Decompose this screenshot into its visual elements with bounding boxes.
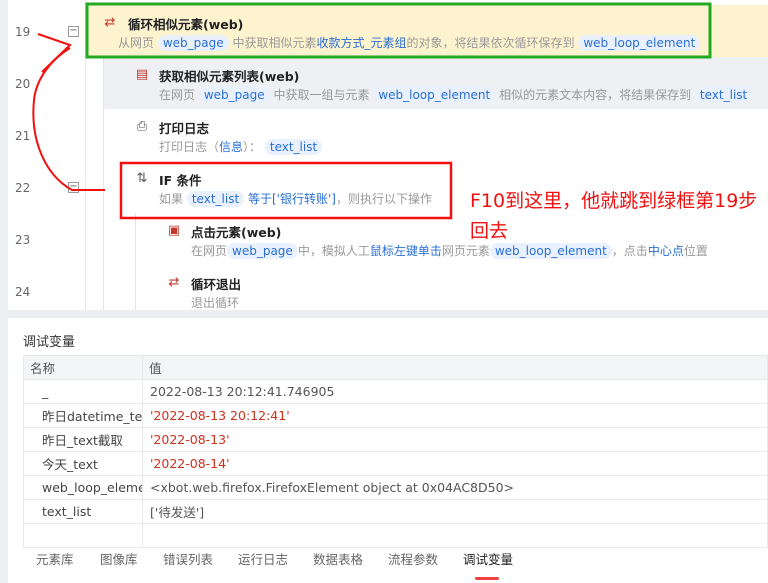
panel-title: 调试变量	[23, 335, 76, 350]
line-gutter: 19 20 21 22 23 24 − −	[8, 0, 86, 310]
step-title: 循环相似元素(web)	[128, 17, 244, 32]
bottom-tabs: 元素库 图像库 错误列表 运行日志 数据表格 流程参数 调试变量	[8, 542, 768, 580]
table-row[interactable]: text_list ['待发送']	[23, 499, 768, 524]
line-number: 22	[15, 181, 31, 195]
element-list-icon: ▤	[135, 67, 149, 82]
table-row[interactable]: 昨日_text截取 '2022-08-13'	[23, 427, 768, 452]
step-description: 从网页 web_page 中获取相似元素收款方式_元素组的对象，将结果依次循环保…	[118, 34, 701, 51]
step-row[interactable]: ⇄ 循环相似元素(web) 从网页 web_page 中获取相似元素收款方式_元…	[86, 5, 768, 57]
tab-data-table[interactable]: 数据表格	[313, 549, 363, 568]
tab-elements[interactable]: 元素库	[36, 549, 74, 568]
collapse-toggle[interactable]: −	[68, 26, 79, 37]
loop-icon: ⇄	[104, 15, 116, 30]
step-title: 循环退出	[191, 277, 242, 292]
click-icon: ▣	[167, 223, 181, 238]
column-header-name[interactable]: 名称	[23, 355, 143, 380]
step-title: 获取相似元素列表(web)	[159, 69, 300, 84]
step-description: 打印日志（信息）： text_list	[159, 138, 323, 155]
loop-exit-icon: ⇄	[168, 275, 180, 290]
line-number: 23	[15, 233, 31, 247]
debug-variables-panel: 调试变量 名称值 _ 2022-08-13 20:12:41.746905 昨日d…	[8, 318, 768, 583]
step-row[interactable]: ⇄ 循环退出 退出循环	[136, 265, 768, 310]
table-row[interactable]: 昨日datetime_text'2022-08-13 20:12:41'	[23, 403, 768, 428]
collapse-toggle[interactable]: −	[68, 182, 79, 193]
step-description: 在网页 web_page 中获取一组与元素 web_loop_element 相…	[159, 86, 753, 103]
tab-errors[interactable]: 错误列表	[163, 549, 213, 568]
line-number: 24	[15, 285, 31, 299]
tab-images[interactable]: 图像库	[100, 549, 138, 568]
tab-run-log[interactable]: 运行日志	[238, 549, 288, 568]
step-title: 点击元素(web)	[191, 225, 282, 240]
step-row[interactable]: ▤ 获取相似元素列表(web) 在网页 web_page 中获取一组与元素 we…	[104, 57, 768, 109]
step-title: IF 条件	[159, 173, 202, 188]
table-row[interactable]: web_loop_element<xbot.web.firefox.Firefo…	[23, 475, 768, 500]
line-number: 21	[15, 129, 31, 143]
variables-table: 名称值 _ 2022-08-13 20:12:41.746905 昨日dateti…	[23, 355, 768, 548]
step-description: 退出循环	[191, 296, 240, 310]
column-header-value[interactable]: 值	[142, 355, 768, 380]
tab-debug-variables[interactable]: 调试变量	[463, 549, 513, 580]
annotation-text: F10到这里，他就跳到绿框第19步回去	[470, 190, 758, 242]
if-icon: ⇅	[136, 171, 148, 186]
step-description: 如果 text_list 等于['银行转账']，则执行以下操作	[159, 191, 432, 207]
table-row[interactable]: _ 2022-08-13 20:12:41.746905	[23, 379, 768, 404]
step-title: 打印日志	[159, 121, 210, 136]
flow-editor: 19 20 21 22 23 24 − − ⇄ 循环相似元素(web) 从网页 …	[8, 0, 768, 310]
line-number: 19	[15, 25, 31, 39]
table-row[interactable]: 今天_text '2022-08-14'	[23, 451, 768, 476]
line-number: 20	[15, 77, 31, 91]
step-row[interactable]: ⎙ 打印日志 打印日志（信息）： text_list	[104, 109, 768, 161]
tab-flow-params[interactable]: 流程参数	[388, 549, 438, 568]
printer-icon: ⎙	[136, 119, 148, 134]
